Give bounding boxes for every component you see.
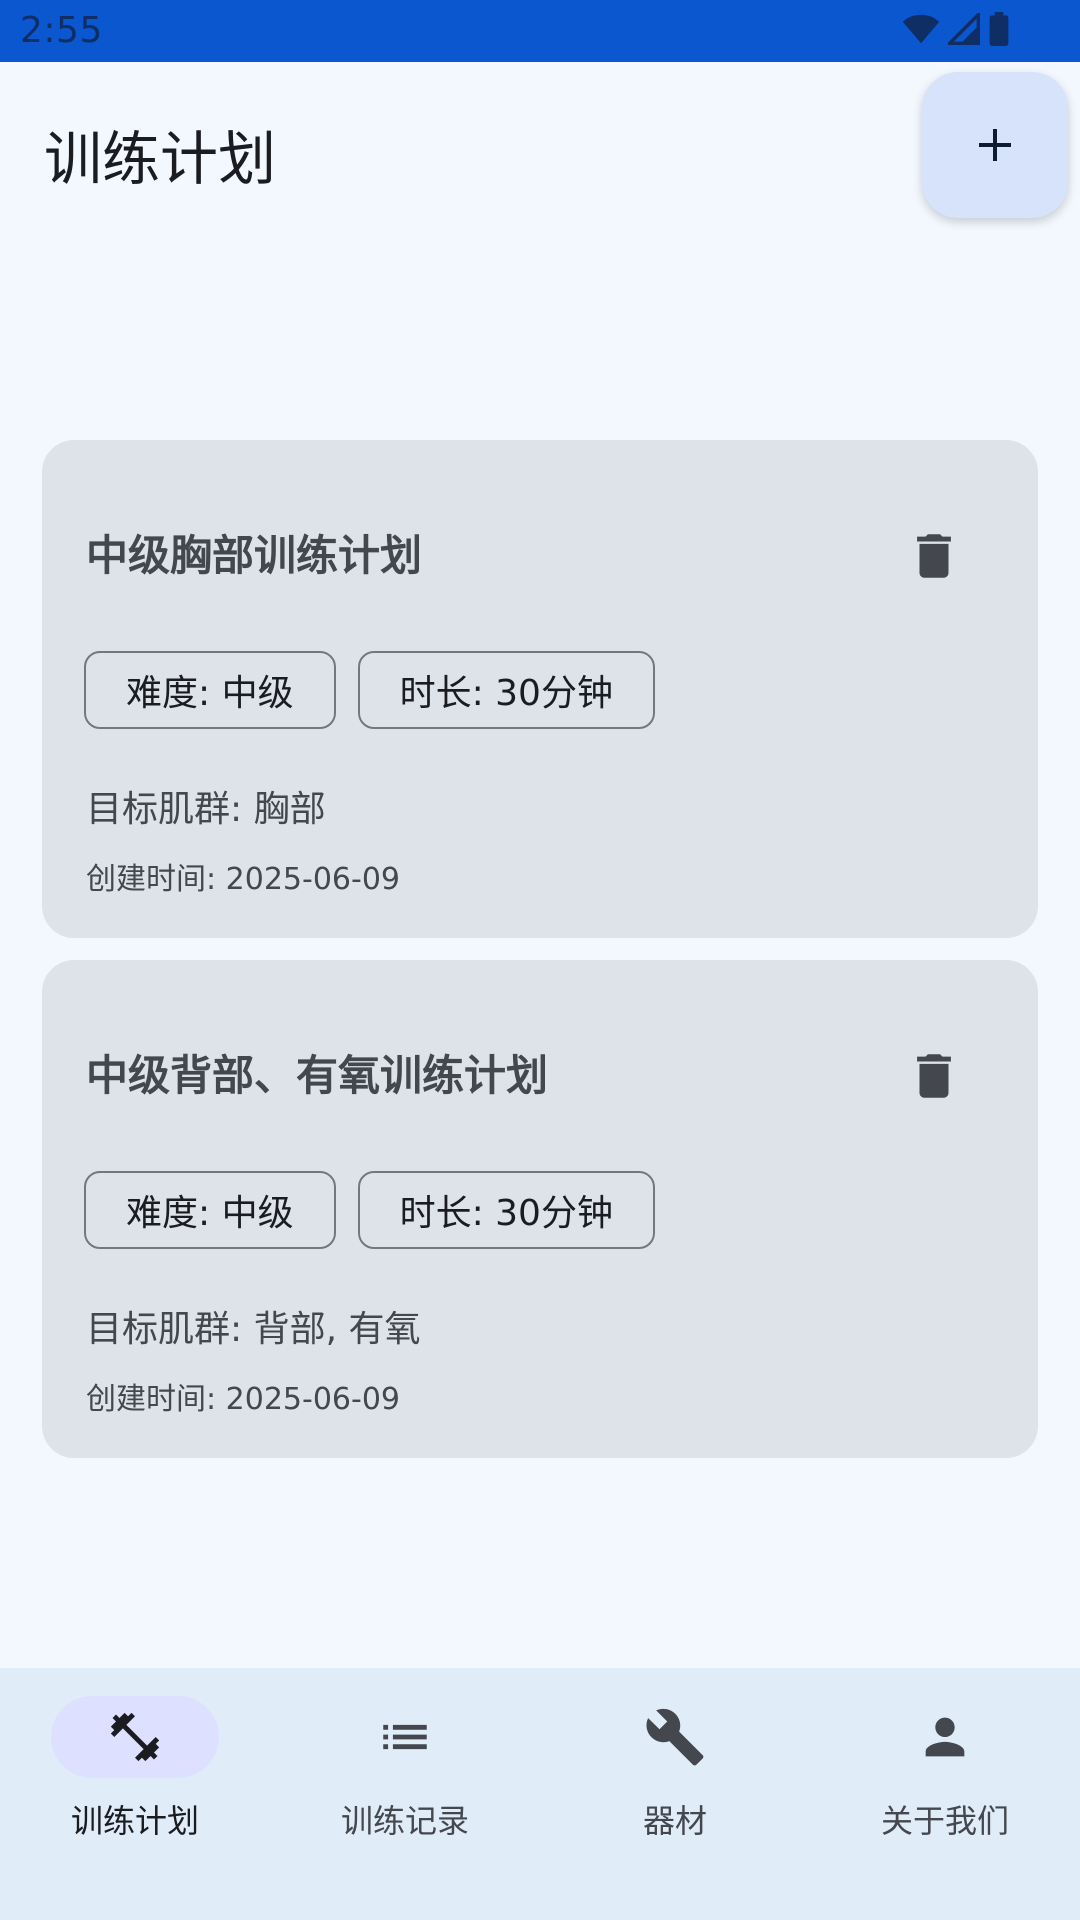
plan-card[interactable]: 中级胸部训练计划 难度: 中级 时长: 30分钟 目标肌群: 胸部 创建时间: … <box>42 440 1038 938</box>
delete-plan-button[interactable] <box>894 516 974 596</box>
status-icons <box>902 12 1010 46</box>
plan-title: 中级胸部训练计划 <box>86 531 423 580</box>
nav-item-about-us[interactable]: 关于我们 <box>810 1668 1080 1920</box>
created-date: 创建时间: 2025-06-09 <box>86 1382 400 1417</box>
plus-icon <box>979 129 1011 161</box>
bottom-navigation: 训练计划 训练记录 器材 关于我们 <box>0 1668 1080 1920</box>
created-date: 创建时间: 2025-06-09 <box>86 862 400 897</box>
plan-list: 中级胸部训练计划 难度: 中级 时长: 30分钟 目标肌群: 胸部 创建时间: … <box>42 440 1038 1480</box>
dumbbell-icon <box>110 1712 160 1762</box>
app-header: 训练计划 <box>0 62 1080 242</box>
person-icon <box>925 1717 965 1757</box>
nav-item-equipment[interactable]: 器材 <box>540 1668 810 1920</box>
nav-label: 训练记录 <box>340 1802 469 1840</box>
plan-chips: 难度: 中级 时长: 30分钟 <box>84 651 655 729</box>
duration-chip: 时长: 30分钟 <box>357 1171 655 1249</box>
nav-indicator <box>321 1696 489 1778</box>
list-icon <box>383 1724 427 1750</box>
target-muscle: 目标肌群: 胸部 <box>86 789 326 830</box>
battery-icon <box>989 12 1009 46</box>
nav-indicator <box>591 1696 759 1778</box>
nav-label: 关于我们 <box>880 1802 1009 1840</box>
page-title: 训练计划 <box>44 125 277 193</box>
difficulty-chip: 难度: 中级 <box>84 1171 336 1249</box>
target-muscle: 目标肌群: 背部, 有氧 <box>86 1309 421 1350</box>
status-bar: 2:55 <box>0 0 1080 62</box>
signal-icon <box>948 13 980 45</box>
difficulty-chip: 难度: 中级 <box>84 651 336 729</box>
nav-indicator <box>861 1696 1029 1778</box>
nav-label: 器材 <box>642 1802 707 1840</box>
add-plan-button[interactable] <box>922 72 1068 218</box>
wifi-icon <box>902 14 940 44</box>
plan-title: 中级背部、有氧训练计划 <box>86 1051 549 1100</box>
delete-plan-button[interactable] <box>894 1036 974 1116</box>
plan-card[interactable]: 中级背部、有氧训练计划 难度: 中级 时长: 30分钟 目标肌群: 背部, 有氧… <box>42 960 1038 1458</box>
nav-item-training-plan[interactable]: 训练计划 <box>0 1668 270 1920</box>
trash-icon <box>917 534 951 578</box>
trash-icon <box>917 1054 951 1098</box>
wrench-icon <box>646 1708 704 1766</box>
nav-label: 训练计划 <box>70 1802 199 1840</box>
nav-active-indicator <box>51 1696 219 1778</box>
duration-chip: 时长: 30分钟 <box>357 651 655 729</box>
nav-item-training-records[interactable]: 训练记录 <box>270 1668 540 1920</box>
status-time: 2:55 <box>20 10 103 51</box>
plan-chips: 难度: 中级 时长: 30分钟 <box>84 1171 655 1249</box>
